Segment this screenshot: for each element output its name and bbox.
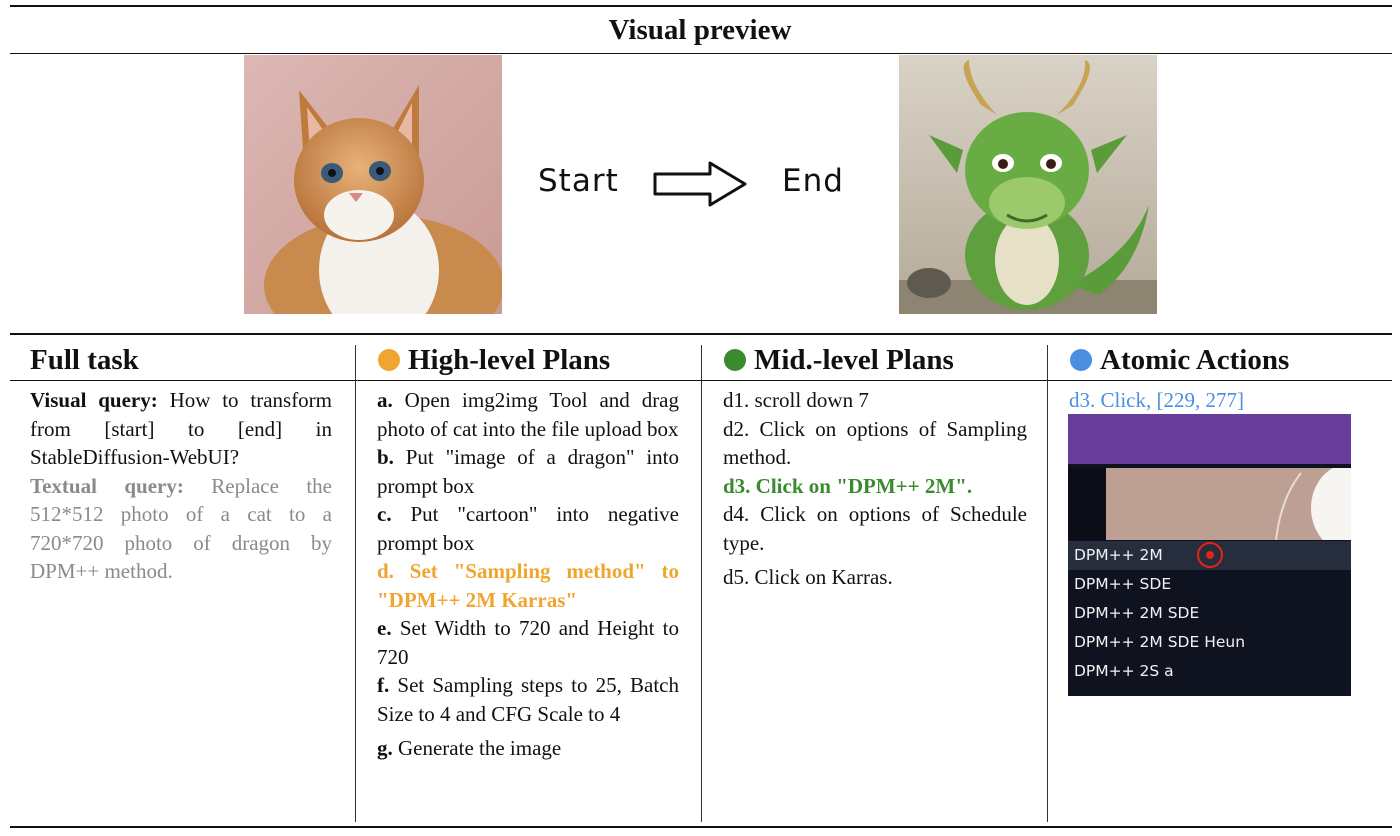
preview-title: Visual preview <box>608 14 792 46</box>
high-plan-text: Set Sampling steps to 25, Batch Size to … <box>377 673 679 726</box>
high-plan-text: Put "image of a dragon" into prompt box <box>377 445 680 498</box>
high-plan-text: Generate the image <box>398 736 562 760</box>
sampler-option[interactable]: DPM++ 2S a <box>1068 657 1351 686</box>
header-full-task-label: Full task <box>30 343 139 376</box>
col-divider-1 <box>355 345 356 822</box>
click-target-icon <box>1197 542 1223 568</box>
mid-plan-d5: d5. Click on Karras. <box>723 565 893 589</box>
high-plan-a: a. Open img2img Tool and drag photo of c… <box>377 386 679 443</box>
high-plan-key: a. <box>377 388 393 412</box>
high-plan-g: g. Generate the image <box>377 734 679 763</box>
visual-query-label: Visual query: <box>30 388 158 412</box>
sampler-option[interactable]: DPM++ SDE <box>1068 570 1351 599</box>
end-image <box>899 55 1157 314</box>
header-mid-level-label: Mid.-level Plans <box>754 343 954 376</box>
header-high-level: High-level Plans <box>378 340 610 380</box>
high-plan-text: Put "cartoon" into negative prompt box <box>377 502 679 555</box>
end-label: End <box>782 163 844 199</box>
full-task-cell: Visual query: How to transform from [sta… <box>30 386 332 586</box>
top-rule <box>10 5 1392 7</box>
header-atomic-label: Atomic Actions <box>1100 343 1290 376</box>
blue-dot-icon <box>1070 349 1092 371</box>
mid-plan-d3: d3. Click on "DPM++ 2M". <box>723 473 973 498</box>
right-arrow-icon <box>652 160 750 213</box>
start-label: Start <box>538 163 619 199</box>
high-plan-b: b. Put "image of a dragon" into prompt b… <box>377 443 679 500</box>
high-plan-e: e. Set Width to 720 and Height to 720 <box>377 614 679 671</box>
visual-query: Visual query: How to transform from [sta… <box>30 386 332 472</box>
high-plan-key: c. <box>377 502 392 526</box>
high-plan-key: f. <box>377 673 390 697</box>
atomic-action: d3. Click, [229, 277] <box>1069 388 1244 412</box>
table-top-rule <box>10 333 1392 335</box>
high-plan-text: Open img2img Tool and drag photo of cat … <box>377 388 680 441</box>
sampler-option[interactable]: DPM++ 2M SDE Heun <box>1068 628 1351 657</box>
mid-level-cell: d1. scroll down 7 d2. Click on options o… <box>723 386 1027 592</box>
textual-query: Textual query: Replace the 512*512 photo… <box>30 472 332 586</box>
high-plan-text: Set Width to 720 and Height to 720 <box>377 616 680 669</box>
high-plan-d: d. Set "Sampling method" to "DPM++ 2M Ka… <box>377 557 679 614</box>
mid-plan-d4: d4. Click on options of Schedule type. <box>723 502 1027 555</box>
header-mid-level: Mid.-level Plans <box>724 340 954 380</box>
header-bar <box>1068 414 1351 464</box>
header-atomic: Atomic Actions <box>1070 340 1289 380</box>
sampler-option[interactable]: DPM++ 2M SDE <box>1068 599 1351 628</box>
high-plan-f: f. Set Sampling steps to 25, Batch Size … <box>377 671 679 728</box>
start-image <box>244 55 502 314</box>
title-rule <box>10 53 1392 54</box>
high-plan-key: g. <box>377 736 393 760</box>
dark-panel <box>1068 468 1106 540</box>
image-thumbnail <box>1106 468 1351 540</box>
high-plan-key: d. <box>377 559 394 583</box>
high-plan-key: e. <box>377 616 392 640</box>
orange-dot-icon <box>378 349 400 371</box>
mid-plan-d1: d1. scroll down 7 <box>723 388 869 412</box>
header-full-task: Full task <box>30 340 139 380</box>
green-dot-icon <box>724 349 746 371</box>
header-high-level-label: High-level Plans <box>408 343 611 376</box>
high-level-cell: a. Open img2img Tool and drag photo of c… <box>377 386 679 763</box>
mid-plan-d2: d2. Click on options of Sampling method. <box>723 416 1027 470</box>
col-divider-2 <box>701 345 702 822</box>
textual-query-label: Textual query: <box>30 473 184 498</box>
atomic-screenshot: DPM++ 2M DPM++ SDE DPM++ 2M SDE DPM++ 2M… <box>1068 414 1351 696</box>
high-plan-key: b. <box>377 445 394 469</box>
bottom-rule <box>10 826 1392 828</box>
high-plan-c: c. Put "cartoon" into negative prompt bo… <box>377 500 679 557</box>
col-divider-3 <box>1047 345 1048 822</box>
high-plan-text: Set "Sampling method" to "DPM++ 2M Karra… <box>377 559 680 612</box>
